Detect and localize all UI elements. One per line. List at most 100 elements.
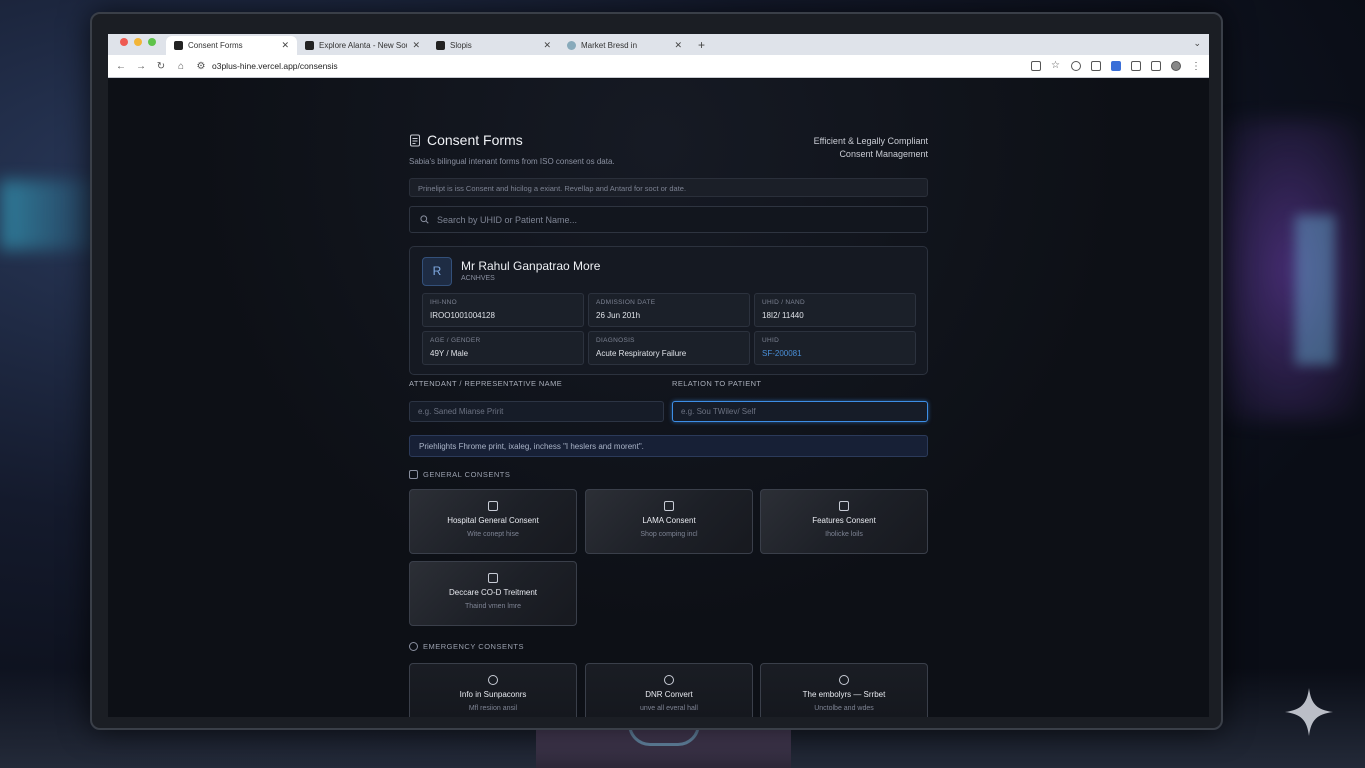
detail-label: ADMISSION DATE — [596, 299, 656, 306]
patient-status: ACNHVES — [461, 275, 495, 282]
tab-search-icon[interactable]: ⌄ — [1193, 38, 1201, 49]
home-icon[interactable]: ⌂ — [176, 61, 186, 72]
tagline-line-1: Efficient & Legally Compliant — [813, 136, 928, 146]
site-info-icon[interactable]: ⚙ — [196, 61, 206, 72]
close-window-button[interactable] — [120, 37, 128, 46]
monitor: Consent Forms ✕ Explore Alanta - New Sou… — [90, 12, 1223, 730]
info-notice: Prinelipt is iss Consent and hicilog a e… — [409, 178, 928, 197]
consent-tile-hospital-general[interactable]: Hospital General Consent Wite conept his… — [409, 489, 577, 554]
close-tab-icon[interactable]: ✕ — [281, 40, 289, 51]
extensions-puzzle-icon[interactable] — [1131, 61, 1141, 71]
consent-tile-treatment[interactable]: Deccare CO-D Treitment Thaind vmen lmre — [409, 561, 577, 626]
detail-value: 18I2/ 11440 — [762, 311, 804, 320]
tile-subtitle: Wite conept hise — [467, 531, 519, 538]
maximize-window-button[interactable] — [148, 37, 156, 46]
detail-value: IROO1001004128 — [430, 311, 495, 320]
tab-bar: Consent Forms ✕ Explore Alanta - New Sou… — [108, 34, 1209, 55]
patient-card: R Mr Rahul Ganpatrao More ACNHVES IHI-NN… — [409, 246, 928, 375]
attendant-label: ATTENDANT / REPRESENTATIVE NAME — [409, 379, 563, 388]
extension-2-icon[interactable] — [1091, 61, 1101, 71]
detail-ip-no: IHI-NNO IROO1001004128 — [422, 293, 584, 327]
tile-title: LAMA Consent — [642, 516, 696, 525]
tab-title: Explore Alanta - New Sourc — [319, 41, 408, 50]
tagline: Efficient & Legally Compliant Consent Ma… — [814, 135, 928, 161]
clock-icon — [409, 642, 418, 651]
page-header: Consent Forms Sabia's bilingual intenant… — [409, 132, 928, 172]
background-light-right — [1215, 120, 1365, 420]
attendant-name-input[interactable] — [409, 401, 664, 422]
close-tab-icon[interactable]: ✕ — [674, 40, 682, 51]
consent-tile-info[interactable]: Info in Sunpaconrs Mfl resiion ansil — [409, 663, 577, 717]
favicon-icon — [567, 41, 576, 50]
sparkle-icon — [1285, 688, 1333, 736]
search-input[interactable] — [437, 214, 887, 225]
favicon-icon — [436, 41, 445, 50]
forward-icon[interactable]: → — [136, 61, 146, 72]
tile-subtitle: Unctolbe and wdes — [814, 705, 874, 712]
detail-uhid: UHID SF-200081 — [754, 331, 916, 365]
page-title: Consent Forms — [427, 132, 523, 148]
favicon-icon — [174, 41, 183, 50]
print-hint: Priehlights Fhrome print, ixaleg, inches… — [409, 435, 928, 457]
patient-details-grid: IHI-NNO IROO1001004128 ADMISSION DATE 26… — [422, 293, 917, 365]
consent-tile-emergency[interactable]: The embolyrs — Srrbet Unctolbe and wdes — [760, 663, 928, 717]
general-consents-heading: GENERAL CONSENTS — [409, 470, 510, 479]
tab-title: Market Bresd in — [581, 41, 638, 50]
back-icon[interactable]: ← — [116, 61, 126, 72]
tab-title: Slopis — [450, 41, 472, 50]
uhid-link[interactable]: SF-200081 — [762, 349, 908, 358]
sidebar-icon[interactable] — [1151, 61, 1161, 71]
detail-label: IHI-NNO — [430, 299, 458, 306]
truck-icon — [839, 501, 849, 511]
url-text: o3plus-hine.vercel.app/consensis — [212, 61, 338, 71]
minimize-window-button[interactable] — [134, 37, 142, 46]
consent-tile-lama[interactable]: LAMA Consent Shop comping incl — [585, 489, 753, 554]
detail-age-gender: AGE / GENDER 49Y / Male — [422, 331, 584, 365]
detail-value: Acute Respiratory Failure — [596, 349, 687, 358]
tile-title: Info in Sunpaconrs — [459, 690, 527, 699]
close-tab-icon[interactable]: ✕ — [412, 40, 420, 51]
detail-diagnosis: DIAGNOSIS Acute Respiratory Failure — [588, 331, 750, 365]
detail-label: AGE / GENDER — [430, 337, 481, 344]
patient-avatar: R — [422, 257, 452, 286]
detail-label: UHID / NAND — [762, 299, 806, 306]
share-icon[interactable] — [1031, 61, 1041, 71]
info-icon — [488, 675, 498, 685]
profile-avatar-icon[interactable] — [1171, 61, 1181, 71]
tile-subtitle: Mfl resiion ansil — [468, 705, 518, 712]
url-field[interactable]: ⚙ o3plus-hine.vercel.app/consensis — [196, 61, 1021, 72]
extension-3-icon[interactable] — [1111, 61, 1121, 71]
person-badge-icon — [839, 675, 849, 685]
tab-slopis[interactable]: Slopis ✕ — [428, 36, 559, 55]
tagline-line-2: Consent Management — [839, 149, 928, 159]
detail-value: 26 Jun 201h — [596, 311, 641, 320]
tab-market[interactable]: Market Bresd in ✕ — [559, 36, 690, 55]
heart-icon — [664, 675, 674, 685]
relation-input[interactable] — [672, 401, 928, 422]
reload-icon[interactable]: ↻ — [156, 61, 166, 72]
relation-label: RELATION TO PATIENT — [672, 379, 762, 388]
tile-subtitle: Thaind vmen lmre — [464, 603, 522, 610]
menu-kebab-icon[interactable]: ⋮ — [1191, 61, 1201, 72]
consent-tile-features[interactable]: Features Consent Iholicke loils — [760, 489, 928, 554]
bookmark-star-icon[interactable]: ☆ — [1051, 61, 1061, 71]
detail-admission-date: ADMISSION DATE 26 Jun 201h — [588, 293, 750, 327]
tab-consent-forms[interactable]: Consent Forms ✕ — [166, 36, 297, 55]
consent-tile-dnr[interactable]: DNR Convert unve all everal hall — [585, 663, 753, 717]
tile-subtitle: unve all everal hall — [640, 705, 698, 712]
clipboard-check-icon — [488, 573, 498, 583]
emergency-consents-heading: EMERGENCY CONSENTS — [409, 642, 524, 651]
document-icon — [410, 134, 420, 146]
tab-title: Consent Forms — [188, 41, 243, 50]
window-controls — [108, 34, 166, 55]
tile-title: Hospital General Consent — [447, 516, 539, 525]
extension-1-icon[interactable] — [1071, 61, 1081, 71]
detail-value: 49Y / Male — [430, 349, 469, 358]
tile-title: The embolyrs — Srrbet — [802, 690, 886, 699]
tab-explore[interactable]: Explore Alanta - New Sourc ✕ — [297, 36, 428, 55]
clipboard-icon — [488, 501, 498, 511]
close-tab-icon[interactable]: ✕ — [543, 40, 551, 51]
tile-title: Features Consent — [812, 516, 876, 525]
new-tab-button[interactable]: + — [690, 38, 713, 55]
detail-label: UHID — [762, 337, 780, 344]
